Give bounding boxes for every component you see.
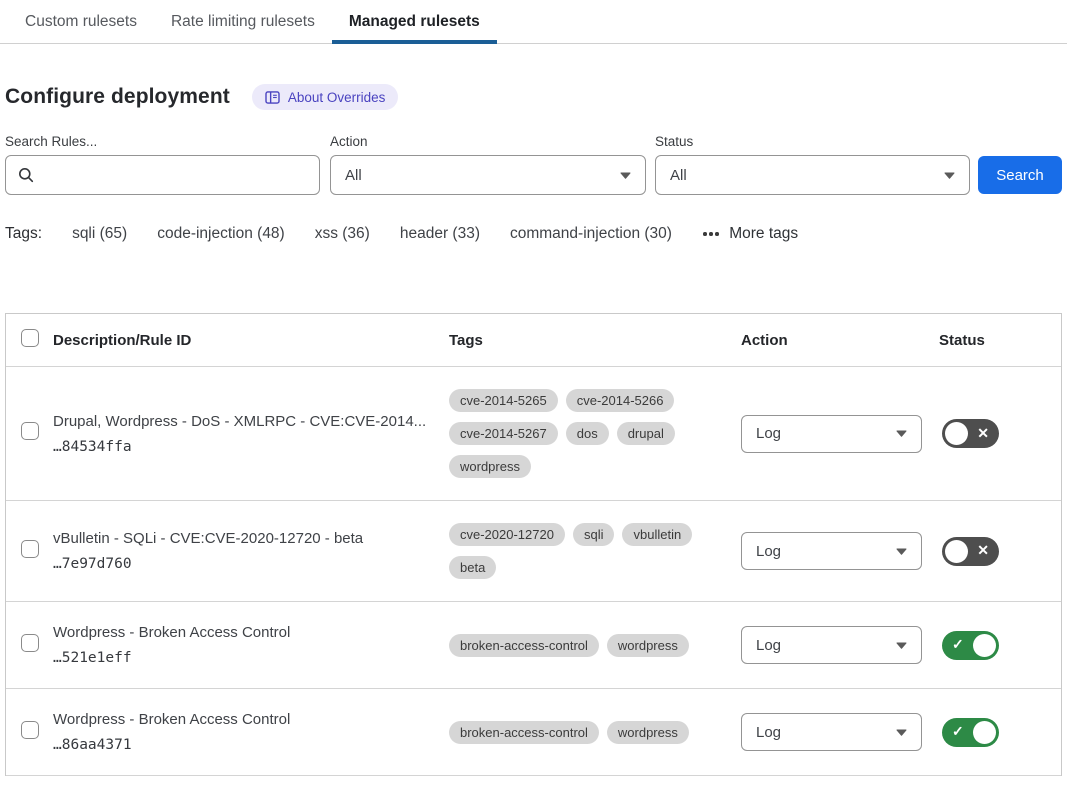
tag-filter-header[interactable]: header (33) [400,225,480,243]
tag-pill: wordpress [449,455,531,478]
row-action-select[interactable]: Log [741,415,922,453]
check-icon: ✓ [952,636,964,653]
tag-pill: cve-2014-5266 [566,389,675,412]
search-input[interactable] [43,167,307,184]
row-checkbox[interactable] [21,721,39,739]
status-toggle[interactable]: ✓ ✕ [942,419,999,448]
row-action-select[interactable]: Log [741,626,922,664]
action-filter-label: Action [330,134,646,149]
action-filter-select[interactable]: All [330,155,646,195]
column-header-status: Status [939,332,1061,349]
tag-pill: broken-access-control [449,721,599,744]
table-header-row: Description/Rule ID Tags Action Status [6,314,1061,366]
tag-pill: broken-access-control [449,634,599,657]
rule-id: …7e97d760 [53,556,449,572]
rule-row: Drupal, Wordpress - DoS - XMLRPC - CVE:C… [6,366,1061,500]
rule-description: Wordpress - Broken Access Control [53,711,449,728]
tag-filter-command-injection[interactable]: command-injection (30) [510,225,672,243]
search-rules-field: Search Rules... [5,134,320,195]
tag-pill: vbulletin [622,523,692,546]
about-overrides-link[interactable]: About Overrides [252,84,399,110]
row-action-value: Log [756,637,781,654]
column-header-description: Description/Rule ID [53,332,449,349]
check-icon: ✓ [952,723,964,740]
managed-rulesets-panel: Configure deployment About Overrides Sea… [0,84,1067,776]
status-toggle[interactable]: ✓ ✕ [942,718,999,747]
tag-pill: dos [566,422,609,445]
status-filter-select[interactable]: All [655,155,970,195]
tag-filter-sqli[interactable]: sqli (65) [72,225,127,243]
chevron-down-icon [620,172,631,179]
row-action-value: Log [756,724,781,741]
book-icon [265,91,280,104]
tag-pill: cve-2014-5267 [449,422,558,445]
rule-description: Drupal, Wordpress - DoS - XMLRPC - CVE:C… [53,413,449,430]
row-checkbox[interactable] [21,634,39,652]
search-icon [18,167,34,183]
rules-table: Description/Rule ID Tags Action Status D… [5,313,1062,776]
tab-rate-limiting-rulesets[interactable]: Rate limiting rulesets [154,0,332,43]
page-title: Configure deployment [5,85,230,109]
row-action-select[interactable]: Log [741,713,922,751]
row-checkbox[interactable] [21,540,39,558]
column-header-tags: Tags [449,332,741,349]
tag-pill: sqli [573,523,615,546]
column-header-action: Action [741,332,939,349]
rule-row: Wordpress - Broken Access Control …521e1… [6,601,1061,688]
rule-id: …86aa4371 [53,737,449,753]
rule-id: …84534ffa [53,439,449,455]
row-action-select[interactable]: Log [741,532,922,570]
row-checkbox[interactable] [21,422,39,440]
x-icon: ✕ [977,542,989,559]
tag-pill: wordpress [607,634,689,657]
rule-row: vBulletin - SQLi - CVE:CVE-2020-12720 - … [6,500,1061,601]
status-filter-label: Status [655,134,970,149]
row-action-value: Log [756,543,781,560]
tab-managed-rulesets[interactable]: Managed rulesets [332,0,497,43]
tags-bar: Tags: sqli (65) code-injection (48) xss … [5,225,1062,243]
rule-id: …521e1eff [53,650,449,666]
status-filter-field: Status All [655,134,970,195]
tag-pill: beta [449,556,496,579]
tag-pill: cve-2020-12720 [449,523,565,546]
ruleset-tab-bar: Custom rulesets Rate limiting rulesets M… [0,0,1067,44]
toggle-knob [945,422,968,445]
status-filter-value: All [670,167,687,184]
chevron-down-icon [944,172,955,179]
tab-custom-rulesets[interactable]: Custom rulesets [8,0,154,43]
chevron-down-icon [896,430,907,437]
chevron-down-icon [896,642,907,649]
tag-pill: wordpress [607,721,689,744]
toggle-knob [973,634,996,657]
tag-pill: cve-2014-5265 [449,389,558,412]
tags-bar-label: Tags: [5,225,42,243]
toggle-knob [945,540,968,563]
chevron-down-icon [896,548,907,555]
toggle-knob [973,721,996,744]
status-toggle[interactable]: ✓ ✕ [942,631,999,660]
select-all-checkbox[interactable] [21,329,39,347]
action-filter-value: All [345,167,362,184]
about-overrides-label: About Overrides [288,90,386,105]
tag-pill: drupal [617,422,675,445]
rule-row: Wordpress - Broken Access Control …86aa4… [6,688,1061,776]
search-button[interactable]: Search [978,156,1062,194]
rule-description: vBulletin - SQLi - CVE:CVE-2020-12720 - … [53,530,449,547]
status-toggle[interactable]: ✓ ✕ [942,537,999,566]
more-tags-label: More tags [729,225,798,243]
ellipsis-icon [702,225,720,243]
chevron-down-icon [896,729,907,736]
row-action-value: Log [756,425,781,442]
search-rules-label: Search Rules... [5,134,320,149]
more-tags-button[interactable]: More tags [702,225,798,243]
x-icon: ✕ [977,425,989,442]
action-filter-field: Action All [330,134,646,195]
tag-filter-code-injection[interactable]: code-injection (48) [157,225,285,243]
tag-filter-xss[interactable]: xss (36) [315,225,370,243]
rule-description: Wordpress - Broken Access Control [53,624,449,641]
